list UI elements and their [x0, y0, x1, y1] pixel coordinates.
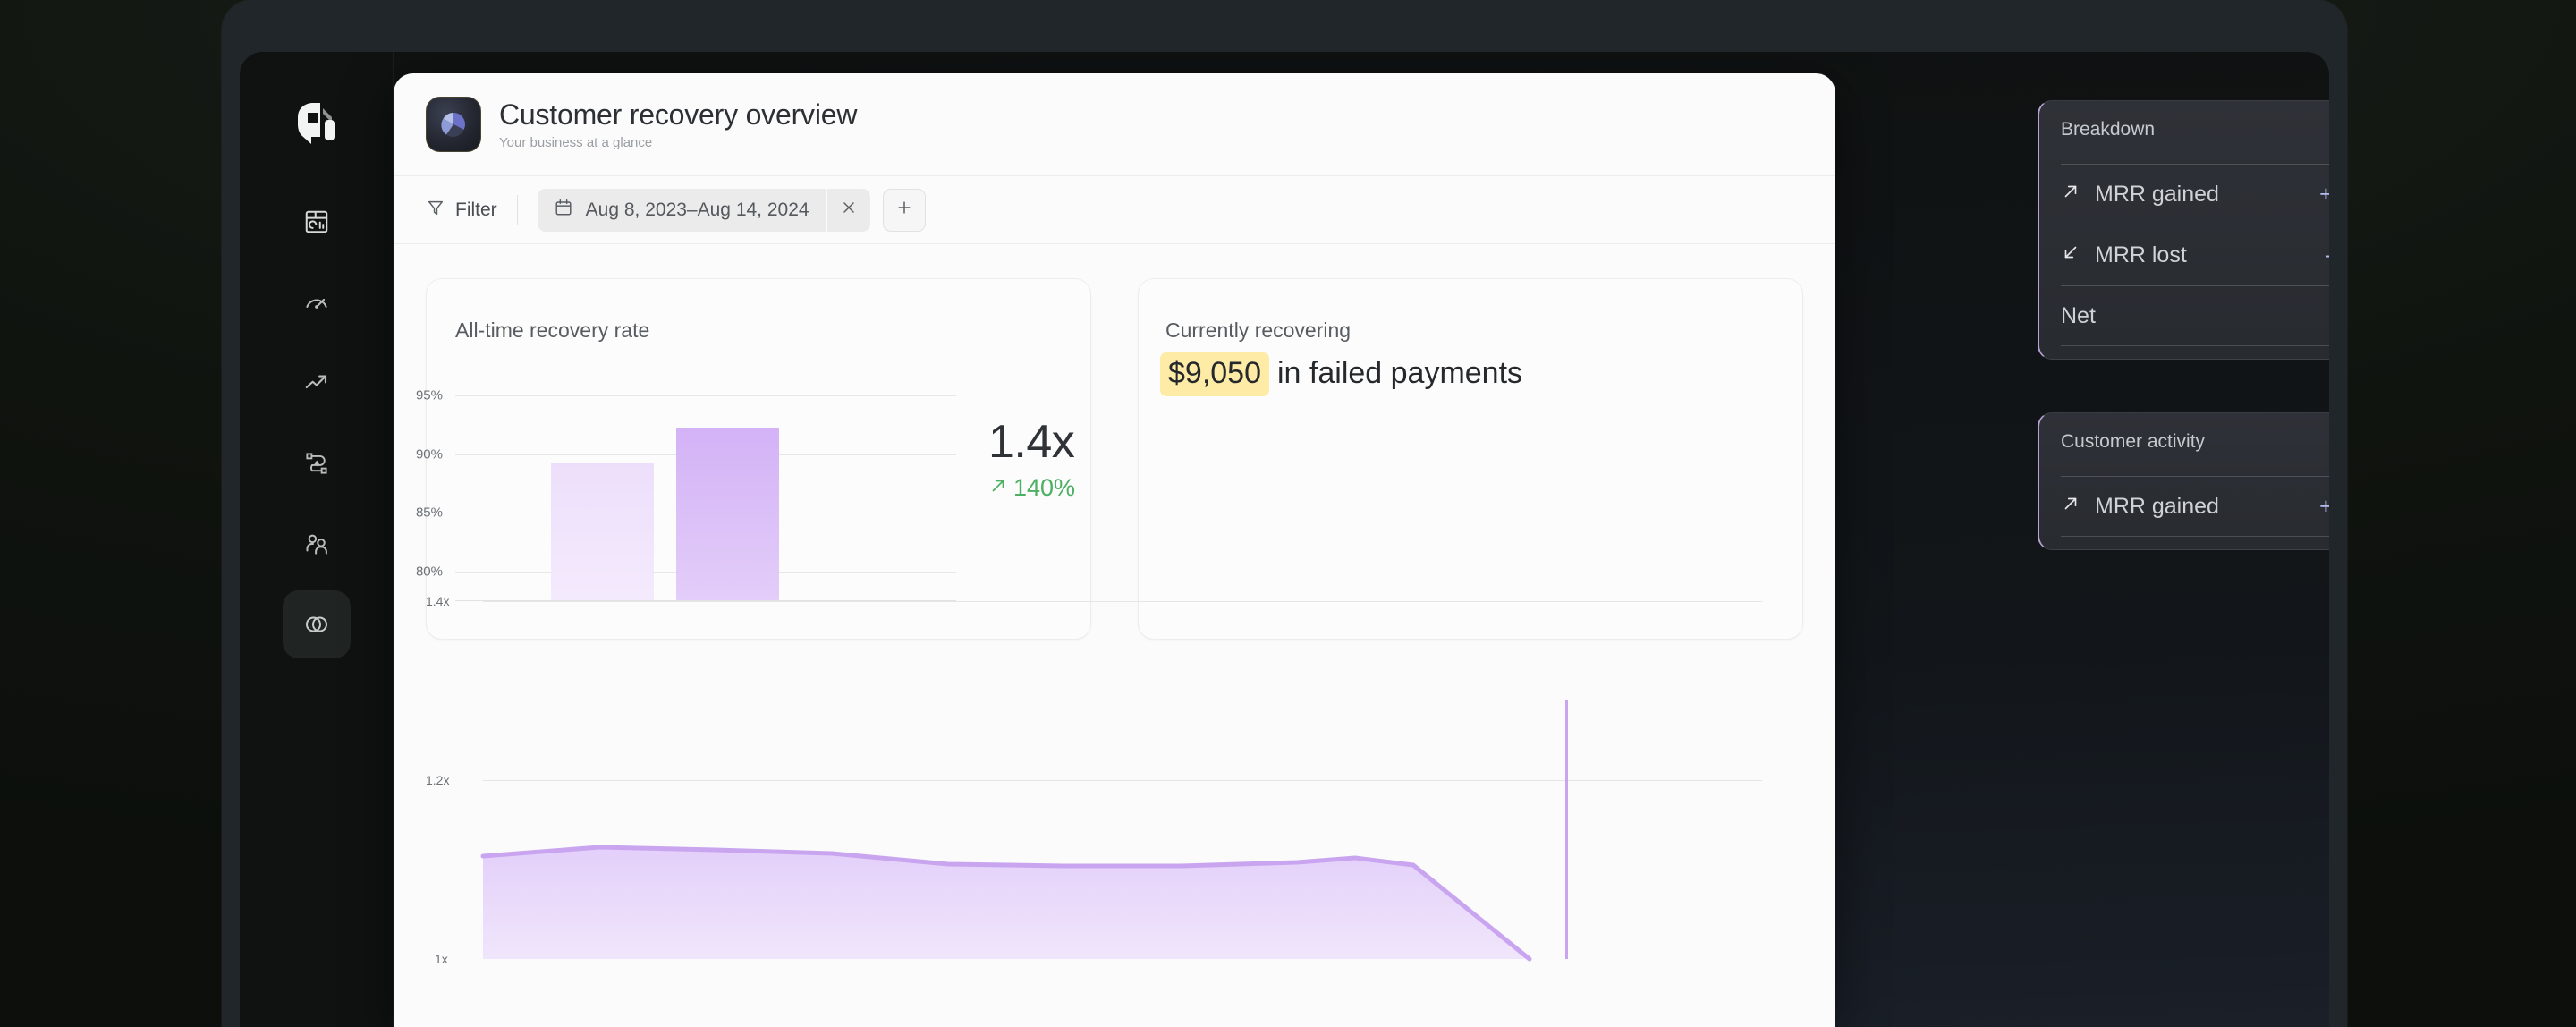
arrow-up-right-icon	[2061, 182, 2080, 208]
sidebar-nav	[240, 188, 394, 671]
failed-payments-suffix: in failed payments	[1277, 356, 1522, 391]
breakdown-row-mrr-gained[interactable]: MRR gained +$ 49,467	[2061, 164, 2329, 225]
customer-activity-row-mrr-gained[interactable]: MRR gained +$ 49,467	[2061, 476, 2329, 537]
breakdown-row-label-group: MRR lost	[2061, 242, 2187, 268]
filter-label: Filter	[455, 199, 497, 221]
pie-app-icon	[426, 97, 481, 152]
recovery-delta: 140%	[988, 474, 1075, 502]
sidebar-item-segments[interactable]	[283, 590, 351, 658]
date-range-chip[interactable]: Aug 8, 2023–Aug 14, 2024	[538, 189, 826, 232]
breakdown-label: MRR gained	[2095, 182, 2219, 208]
arrow-up-right-icon	[2061, 494, 2080, 520]
y-tick-85: 85%	[416, 505, 443, 521]
breakdown-panel: Breakdown MRR gained +$ 49,467	[2038, 100, 2329, 360]
breakdown-title: Breakdown	[2061, 119, 2329, 140]
breakdown-value: -$ 44,408	[2325, 242, 2329, 268]
arrow-up-right-icon	[988, 474, 1008, 502]
recovery-metric: 1.4x 140%	[988, 415, 1075, 502]
page-title: Customer recovery overview	[499, 98, 857, 132]
venn-icon	[303, 611, 330, 638]
customer-activity-panel: Customer activity MRR gained +$ 49,467	[2038, 412, 2329, 550]
activity-label: MRR gained	[2095, 494, 2219, 520]
funnel-icon	[426, 198, 445, 223]
arrow-down-left-icon	[2061, 242, 2080, 268]
activity-value: +$ 49,467	[2319, 494, 2329, 520]
add-filter-button[interactable]	[883, 189, 926, 232]
gridline-95	[455, 395, 956, 396]
breakdown-value: +$ 49,467	[2319, 182, 2329, 208]
y-tick-95: 95%	[416, 387, 443, 403]
breakdown-row-mrr-lost[interactable]: MRR lost -$ 44,408	[2061, 225, 2329, 285]
currently-recovering-title: Currently recovering	[1165, 318, 1351, 343]
plus-icon	[895, 199, 913, 221]
customer-activity-title: Customer activity	[2061, 431, 2329, 453]
app-window: Customer recovery overview Your business…	[240, 52, 2329, 1027]
date-filter-chip-group: Aug 8, 2023–Aug 14, 2024	[538, 189, 926, 232]
app-sidebar	[240, 52, 394, 1027]
date-range-label: Aug 8, 2023–Aug 14, 2024	[586, 199, 809, 221]
sidebar-item-metrics[interactable]	[283, 268, 351, 336]
filter-button[interactable]: Filter	[426, 198, 517, 223]
area-series-svg	[394, 521, 1835, 1027]
breakdown-row-net[interactable]: Net $ 5,058	[2061, 285, 2329, 346]
y-tick-90: 90%	[416, 446, 443, 462]
breakdown-label: MRR lost	[2095, 242, 2187, 268]
users-icon	[303, 530, 330, 557]
activity-row-label-group: MRR gained	[2061, 494, 2219, 520]
page-subtitle: Your business at a glance	[499, 135, 857, 150]
toolbar-divider	[517, 195, 518, 225]
trending-up-icon	[303, 369, 330, 396]
clear-date-filter-button[interactable]	[827, 189, 870, 232]
dashboard-icon	[303, 208, 330, 235]
close-icon	[840, 199, 858, 221]
panel-header: Customer recovery overview Your business…	[394, 73, 1835, 176]
area-marker-line	[1565, 700, 1568, 959]
sidebar-item-dashboard[interactable]	[283, 188, 351, 256]
recovery-delta-value: 140%	[1013, 474, 1075, 502]
breakdown-row-label-group: MRR gained	[2061, 182, 2219, 208]
calendar-icon	[554, 198, 573, 223]
gauge-icon	[303, 289, 330, 316]
currently-recovering-statement: $9,050 in failed payments	[1160, 352, 1522, 396]
sidebar-item-growth[interactable]	[283, 349, 351, 417]
failed-payments-amount: $9,050	[1160, 352, 1269, 396]
dashboard-canvas: Customer recovery overview Your business…	[394, 52, 2329, 1027]
recovery-trend-chart: 1.4x 1.2x 1x	[394, 521, 1835, 1027]
breakdown-label: Net	[2061, 303, 2096, 329]
flow-icon	[303, 450, 330, 477]
sidebar-item-customers[interactable]	[283, 510, 351, 578]
filter-toolbar: Filter Aug 8, 2023–Aug 14,	[394, 176, 1835, 244]
recovery-multiplier: 1.4x	[988, 415, 1075, 469]
breakdown-row-label-group: Net	[2061, 303, 2096, 329]
pi-logo[interactable]	[281, 89, 352, 161]
recovery-rate-title: All-time recovery rate	[455, 318, 649, 343]
sidebar-item-flows[interactable]	[283, 429, 351, 497]
main-panel: Customer recovery overview Your business…	[394, 73, 1835, 1027]
